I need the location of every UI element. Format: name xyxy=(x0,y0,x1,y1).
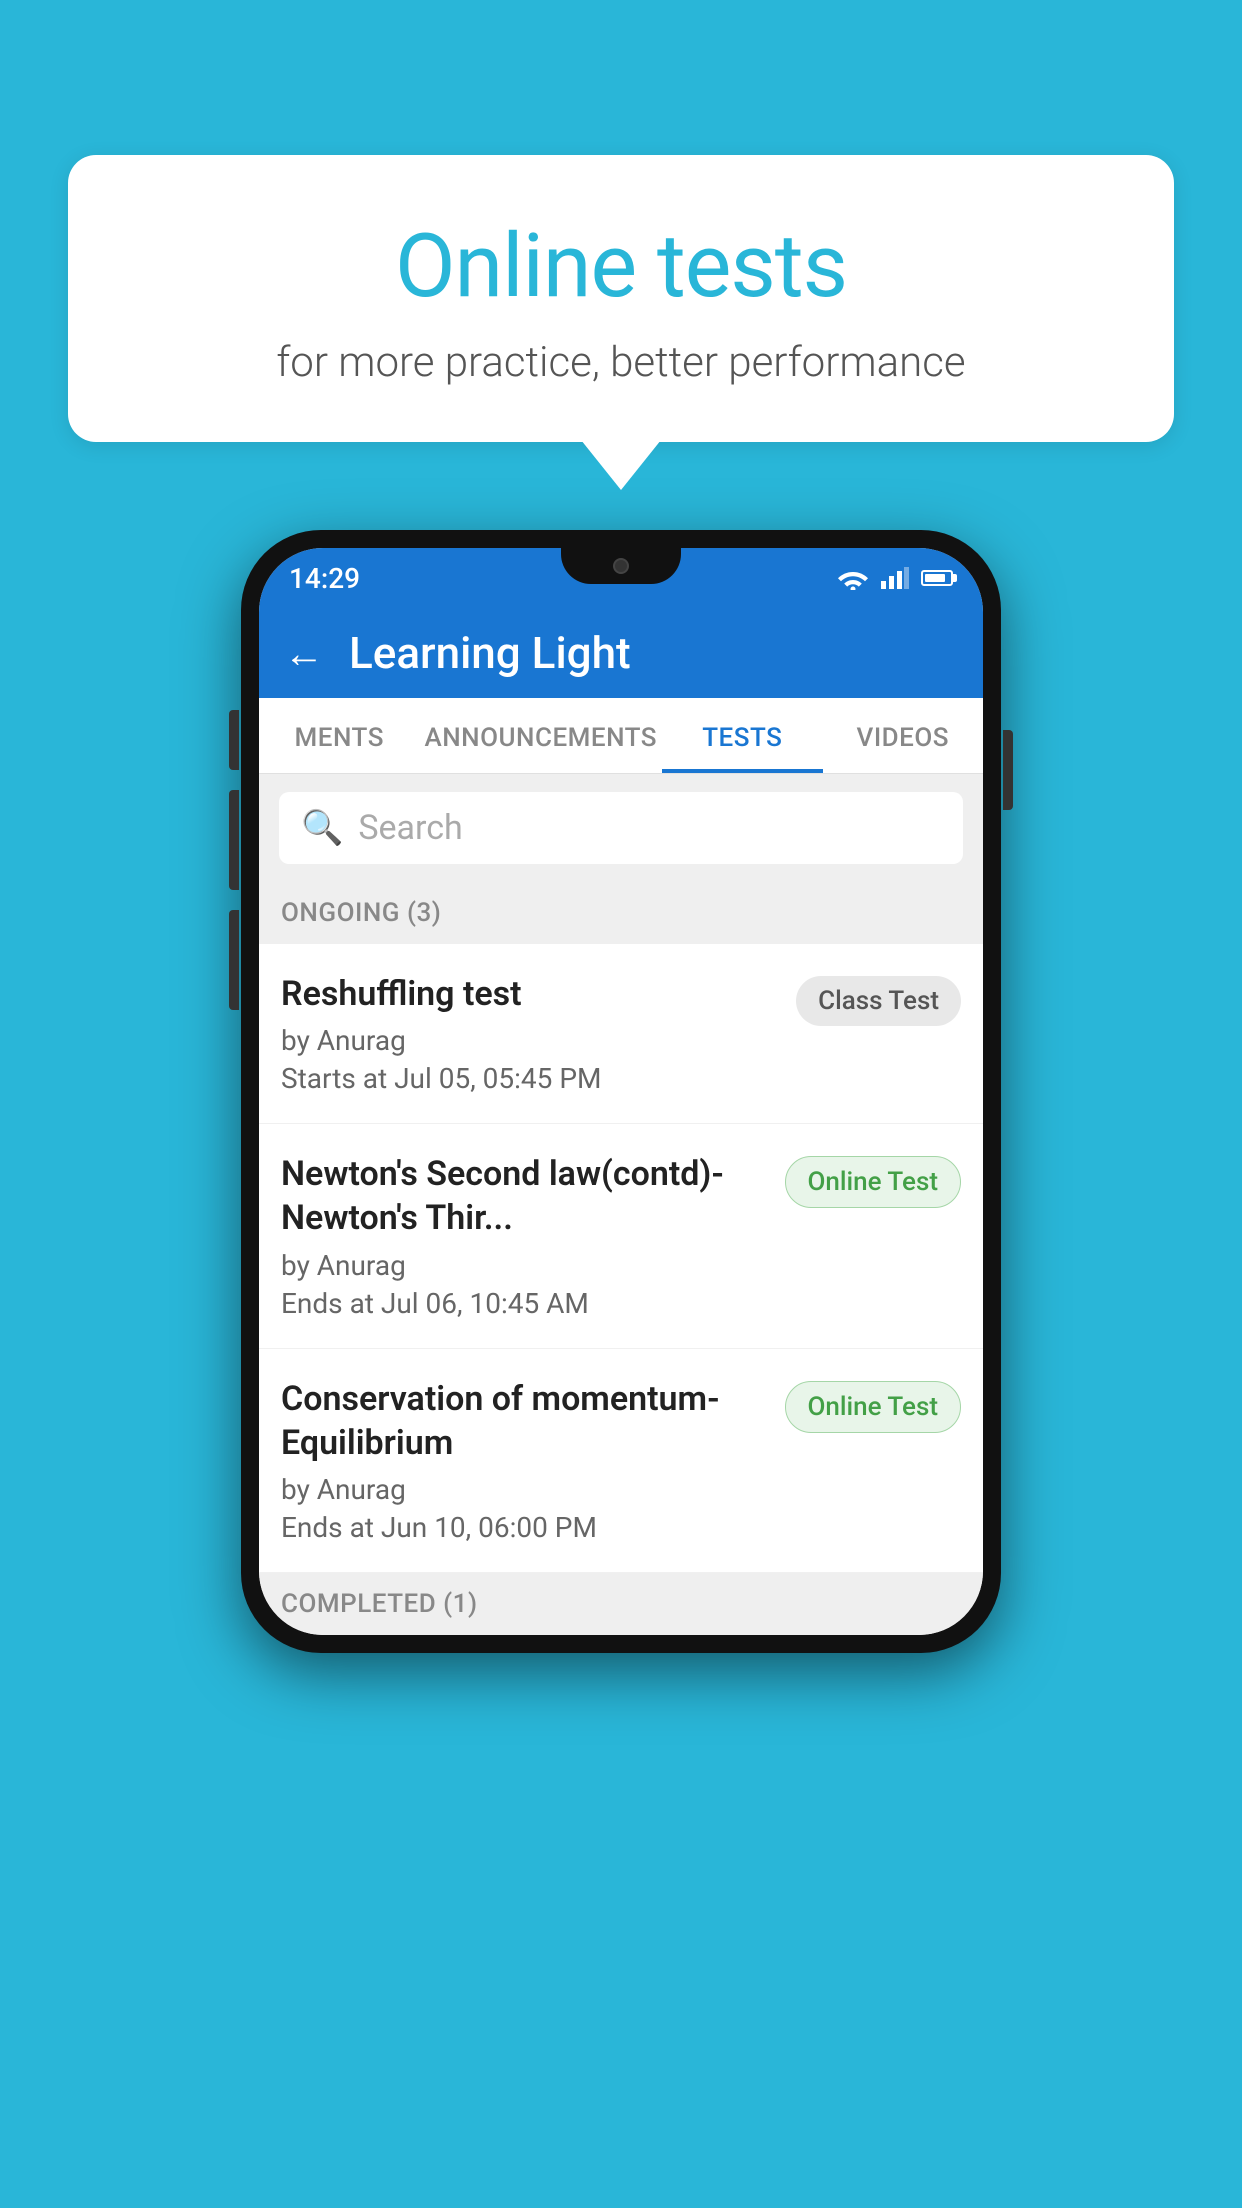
test-author: by Anurag xyxy=(281,1024,781,1057)
front-camera xyxy=(613,558,629,574)
online-test-badge: Online Test xyxy=(785,1156,962,1208)
test-author: by Anurag xyxy=(281,1249,770,1282)
tab-tests[interactable]: TESTS xyxy=(662,698,822,773)
class-test-badge: Class Test xyxy=(796,976,961,1026)
battery-icon xyxy=(921,570,953,586)
test-info: Newton's Second law(contd)-Newton's Thir… xyxy=(281,1152,785,1319)
test-date: Ends at Jul 06, 10:45 AM xyxy=(281,1287,770,1320)
promo-card: Online tests for more practice, better p… xyxy=(68,155,1174,442)
phone-screen: 14:29 xyxy=(259,548,983,1635)
tab-ments[interactable]: MENTS xyxy=(259,698,419,773)
search-icon: 🔍 xyxy=(301,808,343,848)
phone-notch xyxy=(561,548,681,584)
phone-outer: 14:29 xyxy=(241,530,1001,1653)
ongoing-section-header: ONGOING (3) xyxy=(259,882,983,944)
completed-section-header: COMPLETED (1) xyxy=(259,1573,983,1635)
phone-mockup: 14:29 xyxy=(241,530,1001,1653)
extra-button xyxy=(229,910,239,1010)
test-info: Conservation of momentum-Equilibrium by … xyxy=(281,1377,785,1544)
test-info: Reshuffling test by Anurag Starts at Jul… xyxy=(281,972,796,1095)
volume-up-button xyxy=(229,710,239,770)
search-box[interactable]: 🔍 Search xyxy=(279,792,963,864)
test-title: Reshuffling test xyxy=(281,972,781,1016)
test-item[interactable]: Conservation of momentum-Equilibrium by … xyxy=(259,1349,983,1573)
test-item[interactable]: Newton's Second law(contd)-Newton's Thir… xyxy=(259,1124,983,1348)
promo-subtitle: for more practice, better performance xyxy=(118,338,1124,387)
volume-down-button xyxy=(229,790,239,890)
search-container: 🔍 Search xyxy=(259,774,983,882)
test-title: Conservation of momentum-Equilibrium xyxy=(281,1377,770,1465)
promo-title: Online tests xyxy=(118,215,1124,318)
ongoing-label: ONGOING (3) xyxy=(281,898,441,928)
tabs-bar: MENTS ANNOUNCEMENTS TESTS VIDEOS xyxy=(259,698,983,774)
tab-videos[interactable]: VIDEOS xyxy=(823,698,983,773)
tab-announcements[interactable]: ANNOUNCEMENTS xyxy=(419,698,662,773)
test-date: Starts at Jul 05, 05:45 PM xyxy=(281,1062,781,1095)
test-date: Ends at Jun 10, 06:00 PM xyxy=(281,1511,770,1544)
completed-label: COMPLETED (1) xyxy=(281,1589,478,1619)
status-time: 14:29 xyxy=(289,562,360,595)
test-author: by Anurag xyxy=(281,1473,770,1506)
test-list: Reshuffling test by Anurag Starts at Jul… xyxy=(259,944,983,1573)
test-item[interactable]: Reshuffling test by Anurag Starts at Jul… xyxy=(259,944,983,1124)
status-icons xyxy=(837,566,953,590)
test-title: Newton's Second law(contd)-Newton's Thir… xyxy=(281,1152,770,1240)
signal-icon xyxy=(881,567,909,589)
search-input[interactable]: Search xyxy=(358,808,462,848)
app-header: ← Learning Light xyxy=(259,608,983,698)
wifi-icon xyxy=(837,566,869,590)
power-button xyxy=(1003,730,1013,810)
app-title: Learning Light xyxy=(349,627,631,679)
online-test-badge-2: Online Test xyxy=(785,1381,962,1433)
back-button[interactable]: ← xyxy=(284,630,324,677)
